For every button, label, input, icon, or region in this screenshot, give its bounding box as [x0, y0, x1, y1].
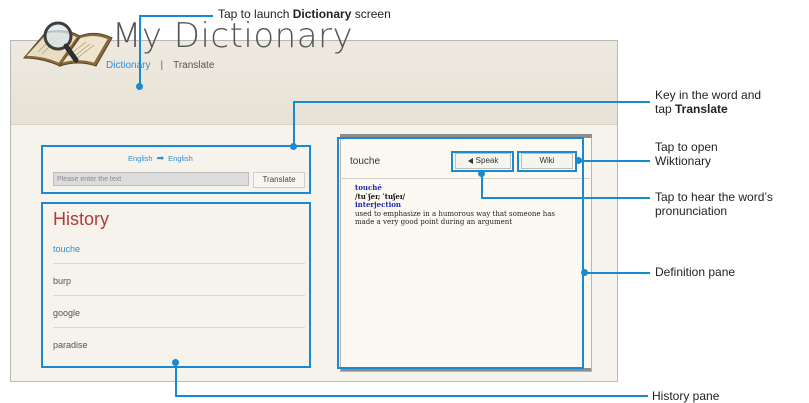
leader-translate-dot [290, 143, 297, 150]
app-title: My Dictionary [112, 16, 354, 56]
annotation-wiki: Tap to open Wiktionary [655, 140, 718, 168]
leader-definition-h [584, 272, 650, 274]
annotation-history: History pane [652, 389, 720, 403]
leader-dictionary-dot [136, 83, 143, 90]
nav-separator: | [160, 60, 164, 71]
app-nav: Dictionary | Translate [106, 60, 214, 71]
nav-translate-link[interactable]: Translate [173, 60, 214, 71]
leader-history-dot [172, 359, 179, 366]
dictionary-logo-icon [22, 21, 113, 67]
leader-speak-dot [478, 170, 485, 177]
callout-speak-box [451, 151, 514, 172]
annotation-wiki-line1: Tap to open [655, 140, 718, 154]
annotation-speak-line1: Tap to hear the word’s [655, 190, 773, 204]
annotation-speak: Tap to hear the word’s pronunciation [655, 190, 773, 218]
annotation-definition: Definition pane [655, 265, 736, 279]
leader-history-h [175, 395, 648, 397]
leader-wiki-dot [575, 157, 582, 164]
annotation-translate: Key in the word and tap Translate [655, 88, 761, 116]
leader-dictionary-v [139, 15, 141, 84]
annotation-translate-line2: tap Translate [655, 102, 761, 116]
leader-dictionary-h [139, 15, 213, 17]
callout-history-box [41, 202, 311, 368]
leader-history-v [175, 362, 177, 396]
leader-speak-h [481, 197, 650, 199]
annotation-wiki-line2: Wiktionary [655, 154, 712, 168]
annotation-translate-pre: tap [655, 102, 676, 116]
callout-wiki-box [517, 151, 577, 172]
annotation-dictionary-post: screen [351, 7, 391, 21]
leader-translate-v [293, 101, 295, 147]
annotation-speak-line2: pronunciation [655, 204, 728, 218]
annotation-translate-bold: Translate [675, 102, 728, 116]
leader-translate-h [293, 101, 650, 103]
leader-wiki-h [577, 160, 650, 162]
annotation-translate-line1: Key in the word and [655, 88, 762, 102]
leader-definition-dot [581, 269, 588, 276]
callout-translate-box [41, 145, 311, 194]
nav-dictionary-link[interactable]: Dictionary [106, 60, 150, 71]
